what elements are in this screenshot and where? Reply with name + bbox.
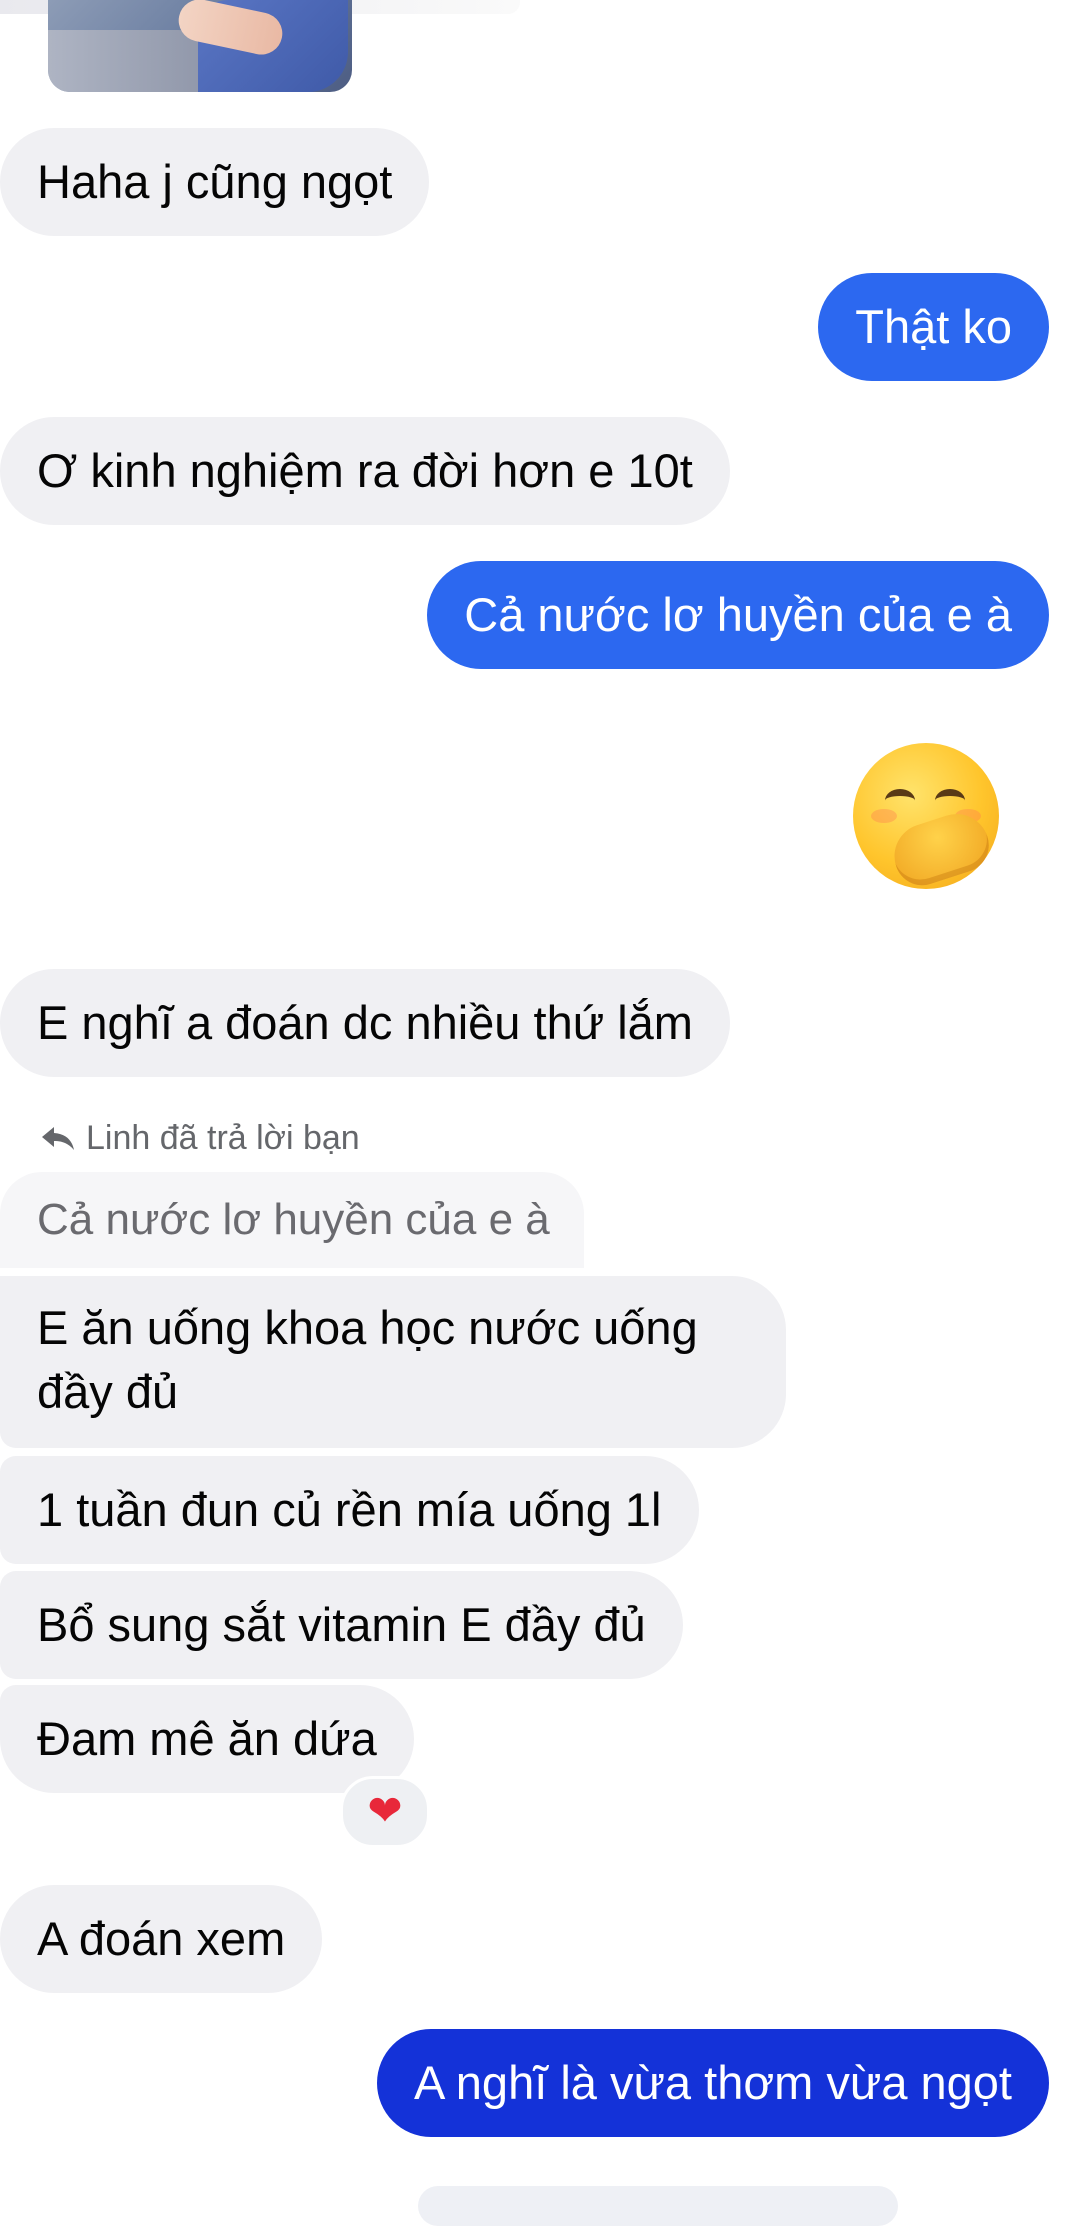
message-text-line: E ăn uống khoa học nước uống [37, 1301, 698, 1354]
message-text-line: đầy đủ [37, 1365, 179, 1418]
reply-label-text: Linh đã trả lời bạn [86, 1119, 360, 1157]
message-incoming[interactable]: E nghĩ a đoán dc nhiều thứ lắm [0, 969, 730, 1077]
message-text: 1 tuần đun củ rền mía uống 1l [37, 1483, 662, 1536]
message-text: A nghĩ là vừa thơm vừa ngọt [413, 2056, 1012, 2109]
quoted-message[interactable]: Cả nước lơ huyền của e à [0, 1172, 584, 1268]
reply-indicator: Linh đã trả lời bạn [40, 1118, 360, 1158]
message-text: Thật ko [855, 300, 1012, 353]
shared-photo[interactable] [48, 0, 352, 92]
message-text: Cả nước lơ huyền của e à [464, 588, 1012, 641]
message-text: Ơ kinh nghiệm ra đời hơn e 10t [37, 444, 693, 497]
message-text: Đam mê ăn dứa [37, 1712, 377, 1765]
message-text: A đoán xem [37, 1912, 286, 1965]
message-outgoing[interactable]: A nghĩ là vừa thơm vừa ngọt [376, 2029, 1049, 2137]
reply-arrow-icon [42, 1127, 74, 1150]
message-incoming[interactable]: E ăn uống khoa học nước uống đầy đủ [0, 1276, 786, 1448]
emoji-cheek [871, 809, 897, 823]
message-incoming[interactable]: Ơ kinh nghiệm ra đời hơn e 10t [0, 417, 730, 525]
emoji-eye [935, 789, 965, 812]
message-incoming[interactable]: Đam mê ăn dứa [0, 1685, 414, 1793]
message-incoming[interactable]: Haha j cũng ngọt [0, 128, 430, 236]
quoted-text: Cả nước lơ huyền của e à [37, 1195, 550, 1244]
message-outgoing[interactable]: Thật ko [818, 273, 1049, 381]
message-incoming[interactable]: A đoán xem [0, 1885, 323, 1993]
heart-icon: ❤ [367, 1786, 403, 1834]
heart-reaction[interactable]: ❤ [340, 1776, 430, 1848]
face-with-hand-over-mouth-emoji-icon[interactable] [853, 743, 999, 893]
message-incoming[interactable]: 1 tuần đun củ rền mía uống 1l [0, 1456, 699, 1564]
next-message-edge [418, 2186, 898, 2226]
message-text: Haha j cũng ngọt [37, 155, 393, 208]
message-incoming[interactable]: Bổ sung sắt vitamin E đầy đủ [0, 1571, 683, 1679]
emoji-eye [885, 789, 915, 812]
message-text: E nghĩ a đoán dc nhiều thứ lắm [37, 996, 693, 1049]
message-text: Bổ sung sắt vitamin E đầy đủ [37, 1598, 646, 1651]
message-outgoing[interactable]: Cả nước lơ huyền của e à [427, 561, 1049, 669]
